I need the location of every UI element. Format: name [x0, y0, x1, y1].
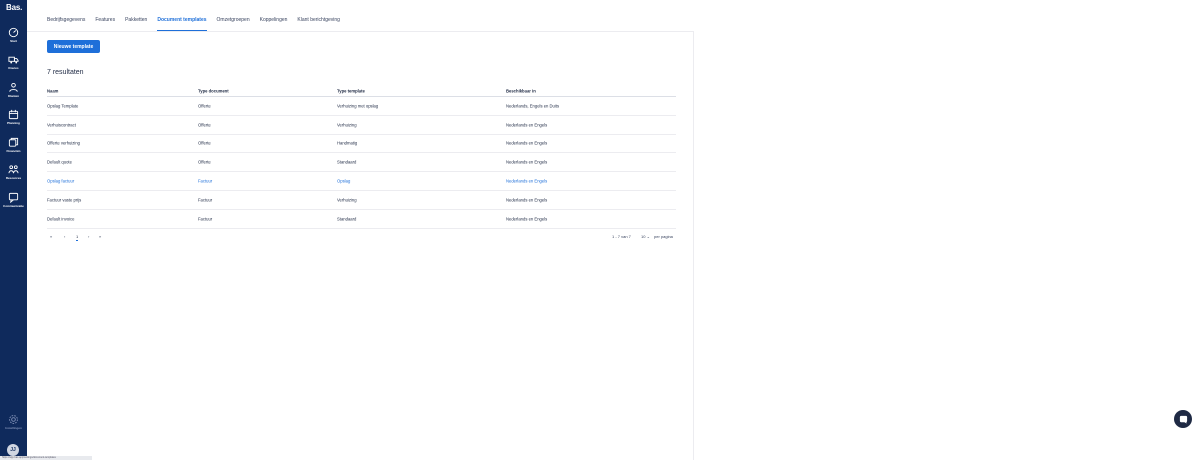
tab-document-templates[interactable]: Document templates	[157, 17, 207, 31]
cell-naam: Verhuiscontract	[47, 122, 76, 128]
column-header-beschikbaar-in[interactable]: Beschikbaar in	[506, 89, 536, 94]
tab-bedrijfsgegevens[interactable]: Bedrijfsgegevens	[47, 17, 85, 31]
sidebar-item-start[interactable]: Start	[0, 27, 27, 49]
table-body: Opslag Template Offerte Verhuizing met ops…	[47, 97, 676, 229]
new-template-button[interactable]: Nieuwe template	[47, 40, 100, 53]
table-header: Naam Type document Type template Beschik…	[47, 86, 676, 97]
column-header-type-document[interactable]: Type document	[198, 89, 229, 94]
cell-type-template: Verhuizing	[337, 122, 357, 128]
cell-naam: Factuur vaste prijs	[47, 197, 82, 203]
sidebar-item-label: Instellingen	[5, 426, 22, 430]
app-logo[interactable]: Bas.	[6, 3, 22, 12]
cell-type-template: Verhuizing	[337, 197, 357, 203]
pagination: « ‹ 1 › » 1 - 7 van 7 10 ⌄ per pagina	[47, 232, 676, 242]
finance-icon	[8, 137, 19, 147]
cell-beschikbaar-in: Nederlands en Engels	[506, 197, 548, 203]
cell-naam: Opslag factuur	[47, 178, 75, 184]
sidebar-item-financien[interactable]: Financiën	[0, 137, 27, 159]
table-row[interactable]: Opslag factuur Factuur Opslag Nederlands en…	[47, 172, 676, 191]
cell-type-template: Standaard	[337, 159, 357, 165]
truck-icon	[8, 56, 19, 64]
cell-naam: Default quote	[47, 159, 72, 165]
tabs-divider	[27, 31, 693, 32]
status-url-tooltip: https://app.bas.app/settings/document-te…	[0, 456, 92, 460]
table-row[interactable]: Opslag Template Offerte Verhuizing met ops…	[47, 97, 676, 116]
cell-type-document: Factuur	[198, 197, 213, 203]
sidebar-item-label: Klanten	[7, 94, 19, 98]
support-chat-button[interactable]	[1174, 410, 1192, 428]
cell-naam: Offerte verhuizing	[47, 140, 80, 146]
table-row[interactable]: Default quote Offerte Standaard Nederlands …	[47, 153, 676, 173]
cell-type-document: Offerte	[198, 122, 211, 128]
calendar-icon	[8, 109, 19, 120]
cell-type-template: Verhuizing met opslag	[337, 103, 379, 109]
sidebar-item-routes[interactable]: Routes	[0, 54, 27, 76]
cell-beschikbaar-in: Nederlands en Engels	[506, 159, 548, 165]
first-page-button[interactable]: «	[50, 234, 52, 239]
column-header-naam[interactable]: Naam	[47, 89, 58, 94]
sidebar-item-communicatie[interactable]: Communicatie	[0, 192, 27, 214]
table-row[interactable]: Offerte verhuizing Offerte Handmatig Nederl…	[47, 135, 676, 154]
gear-icon	[9, 415, 18, 424]
cell-type-document: Offerte	[198, 103, 211, 109]
per-page-value: 10	[641, 234, 646, 239]
settings-tabs: Bedrijfsgegevens Features Pakketten Docu…	[47, 17, 350, 31]
sidebar-item-resources[interactable]: Resources	[0, 164, 27, 186]
chat-icon	[8, 192, 19, 203]
cell-type-document: Factuur	[198, 216, 213, 222]
per-page-select[interactable]: 10 ⌄	[641, 234, 650, 239]
cell-beschikbaar-in: Nederlands en Engels	[506, 122, 548, 128]
chat-bubble-icon	[1179, 415, 1187, 424]
sidebar: Bas. Start Routes Klanten Planning Finan…	[0, 0, 27, 460]
cell-type-template: Handmatig	[337, 140, 358, 146]
cell-naam: Opslag Template	[47, 103, 79, 109]
panel-divider	[693, 31, 694, 460]
cell-beschikbaar-in: Nederlands, Engels en Duits	[506, 103, 560, 109]
dashboard-icon	[8, 27, 19, 38]
prev-page-button[interactable]: ‹	[64, 234, 65, 239]
sidebar-item-label: Communicatie	[3, 204, 24, 208]
users-icon	[9, 83, 18, 92]
sidebar-item-label: Routes	[8, 66, 19, 70]
app-window: Bas. Start Routes Klanten Planning Finan…	[0, 0, 1200, 460]
sidebar-item-label: Financiën	[6, 149, 21, 153]
cell-type-template: Opslag	[337, 178, 351, 184]
cell-beschikbaar-in: Nederlands en Engels	[506, 140, 548, 146]
chevron-down-icon: ⌄	[646, 234, 650, 239]
sidebar-item-label: Start	[10, 39, 17, 43]
cell-type-document: Factuur	[198, 178, 213, 184]
resources-icon	[8, 165, 19, 174]
cell-beschikbaar-in: Nederlands en Engels	[506, 178, 548, 184]
results-count: 7 resultaten	[47, 69, 84, 76]
sidebar-item-label: Planning	[7, 121, 20, 125]
avatar[interactable]: JJ	[7, 444, 19, 456]
sidebar-item-instellingen[interactable]: Instellingen	[0, 414, 27, 436]
cell-type-template: Standaard	[337, 216, 357, 222]
tab-koppelingen[interactable]: Koppelingen	[260, 17, 288, 31]
column-header-type-template[interactable]: Type template	[337, 89, 365, 94]
cell-naam: Default invoice	[47, 216, 75, 222]
table-row[interactable]: Default invoice Factuur Standaard Nederland…	[47, 210, 676, 229]
next-page-button[interactable]: ›	[88, 234, 89, 239]
table-row[interactable]: Factuur vaste prijs Factuur Verhuizing Nede…	[47, 191, 676, 210]
tab-omzetgroepen[interactable]: Omzetgroepen	[217, 17, 250, 31]
page-number-button[interactable]: 1	[76, 234, 79, 241]
sidebar-item-planning[interactable]: Planning	[0, 109, 27, 131]
last-page-button[interactable]: »	[99, 234, 101, 239]
cell-type-document: Offerte	[198, 140, 211, 146]
tab-features[interactable]: Features	[95, 17, 115, 31]
sidebar-item-label: Resources	[5, 176, 22, 180]
per-page-label: per pagina	[654, 234, 673, 239]
table-row[interactable]: Verhuiscontract Offerte Verhuizing Nederlan…	[47, 116, 676, 135]
pagination-range: 1 - 7 van 7	[612, 234, 631, 239]
tab-pakketten[interactable]: Pakketten	[125, 17, 147, 31]
tab-klant-berichtgeving[interactable]: Klant berichtgeving	[297, 17, 340, 31]
templates-table: Naam Type document Type template Beschik…	[47, 86, 676, 229]
cell-type-document: Offerte	[198, 159, 211, 165]
cell-beschikbaar-in: Nederlands en Engels	[506, 216, 548, 222]
sidebar-item-klanten[interactable]: Klanten	[0, 82, 27, 104]
